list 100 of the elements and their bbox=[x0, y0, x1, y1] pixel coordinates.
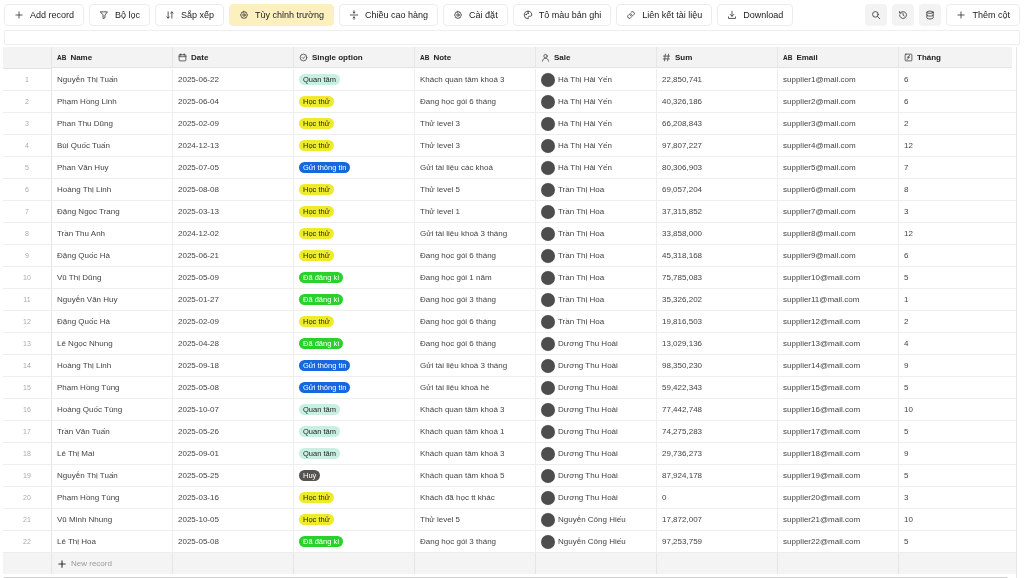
table-cell: 59,422,343 bbox=[662, 383, 703, 392]
toolbar-button[interactable]: Sắp xếp bbox=[155, 4, 225, 26]
table-cell: 6 bbox=[904, 251, 909, 260]
table-cell: 66,208,843 bbox=[662, 119, 703, 128]
table-cell: supplier7@mail.com bbox=[783, 207, 856, 216]
avatar bbox=[541, 248, 555, 263]
table-cell: supplier15@mail.com bbox=[783, 383, 861, 392]
table-cell: Dương Thu Hoài bbox=[558, 383, 618, 392]
avatar bbox=[541, 314, 555, 329]
table-cell: 37,315,852 bbox=[662, 207, 703, 216]
table-cell: 2025-02-09 bbox=[178, 317, 219, 326]
table-cell: Dương Thu Hoài bbox=[558, 361, 618, 370]
table-cell: Phan Thu Dũng bbox=[57, 119, 113, 128]
table-cell: supplier9@mail.com bbox=[783, 251, 856, 260]
table-cell: 3 bbox=[904, 207, 909, 216]
avatar bbox=[541, 468, 555, 483]
table-cell: supplier11@mail.com bbox=[783, 295, 860, 304]
avatar bbox=[541, 292, 555, 307]
toolbar-button[interactable]: Download bbox=[717, 4, 794, 26]
table-cell: Dương Thu Hoài bbox=[558, 427, 618, 436]
table-cell: 2025-05-08 bbox=[178, 383, 219, 392]
table-cell: 10 bbox=[904, 405, 913, 414]
table-cell: Gửi tài liệu khoá 3 tháng bbox=[420, 229, 508, 238]
table-cell: 2025-09-18 bbox=[178, 361, 219, 370]
table-cell: 5 bbox=[904, 273, 909, 282]
history-icon bbox=[898, 10, 909, 20]
table-cell: supplier8@mail.com bbox=[783, 229, 856, 238]
table-cell: Khách quan tâm khoá 5 bbox=[420, 471, 505, 480]
table-cell: Thử level 5 bbox=[420, 185, 461, 194]
header-corner bbox=[3, 47, 52, 69]
plus-icon bbox=[14, 10, 24, 20]
avatar bbox=[541, 424, 555, 439]
table-cell: Trần Thị Hoa bbox=[558, 251, 605, 260]
table-cell: supplier13@mail.com bbox=[783, 339, 861, 348]
table-cell: supplier1@mail.com bbox=[783, 75, 856, 84]
table-cell: 2024-12-13 bbox=[178, 141, 219, 150]
avatar bbox=[541, 226, 555, 241]
table-cell: 97,807,227 bbox=[662, 141, 703, 150]
table-cell: Dương Thu Hoài bbox=[558, 405, 618, 414]
toolbar-button[interactable]: Chiều cao hàng bbox=[339, 4, 439, 26]
toolbar-button[interactable]: Cài đặt bbox=[443, 4, 508, 26]
table-cell: Phạm Hồng Linh bbox=[57, 97, 117, 106]
search-button[interactable] bbox=[865, 4, 888, 26]
column-header[interactable]: Sum bbox=[657, 47, 778, 68]
toolbar-button[interactable]: Liên kết tài liệu bbox=[616, 4, 713, 26]
table-cell: Đang học gói 1 năm bbox=[420, 273, 492, 282]
column-header[interactable]: Date bbox=[173, 47, 294, 68]
table-cell: 2025-02-09 bbox=[178, 119, 219, 128]
avatar bbox=[541, 380, 555, 395]
table-cell: Khách quan tâm khoá 3 bbox=[420, 75, 505, 84]
table-cell: 9 bbox=[904, 449, 909, 458]
table-cell: 80,306,903 bbox=[662, 163, 703, 172]
table-cell: 2025-08-08 bbox=[178, 185, 219, 194]
table-cell: Đang học gói 6 tháng bbox=[420, 317, 497, 326]
table-cell: 2025-05-08 bbox=[178, 537, 219, 546]
table-cell: Trần Thu Anh bbox=[57, 229, 106, 238]
add-column-button[interactable]: Thêm cột bbox=[946, 4, 1020, 26]
table-cell: 9 bbox=[904, 361, 909, 370]
table-cell: 22,850,741 bbox=[662, 75, 703, 84]
palette-icon bbox=[522, 10, 533, 20]
table-cell: 6 bbox=[904, 75, 909, 84]
table-cell: Khách đã học tt khác bbox=[420, 493, 495, 502]
table-cell: 35,326,202 bbox=[662, 295, 703, 304]
table-cell: Trần Thị Hoa bbox=[558, 273, 605, 282]
avatar bbox=[541, 116, 555, 131]
table-cell: Nguyễn Công Hiếu bbox=[558, 515, 626, 524]
column-header[interactable]: Sale bbox=[536, 47, 657, 68]
table-cell: 69,057,204 bbox=[662, 185, 703, 194]
toolbar-button[interactable]: Add record bbox=[4, 4, 85, 26]
toolbar-button[interactable]: Bộ lọc bbox=[89, 4, 151, 26]
table-cell: Lê Thị Mai bbox=[57, 449, 95, 458]
table-cell: 2025-05-25 bbox=[178, 471, 219, 480]
table-cell: 77,442,748 bbox=[662, 405, 703, 414]
table-cell: Đặng Quốc Hà bbox=[57, 317, 110, 326]
table-cell: supplier20@mail.com bbox=[783, 493, 861, 502]
history-button[interactable] bbox=[892, 4, 915, 26]
table-cell: 2025-06-04 bbox=[178, 97, 219, 106]
table-cell: Đang học gói 6 tháng bbox=[420, 97, 497, 106]
table-cell: 2025-05-09 bbox=[178, 273, 219, 282]
table-cell: Phạm Hồng Tùng bbox=[57, 383, 120, 392]
table-cell: Đặng Ngọc Trang bbox=[57, 207, 120, 216]
table-cell: Gửi tài liệu các khoá bbox=[420, 163, 493, 172]
table-cell: supplier12@mail.com bbox=[783, 317, 861, 326]
table-cell: 5 bbox=[904, 471, 909, 480]
column-header[interactable]: Tháng bbox=[899, 47, 1012, 68]
database-button[interactable] bbox=[919, 4, 942, 26]
plus-icon bbox=[57, 558, 67, 569]
table-cell: Dương Thu Hoài bbox=[558, 339, 618, 348]
table-cell: Phạm Hồng Tùng bbox=[57, 493, 120, 502]
toolbar-button[interactable]: Tô màu bản ghi bbox=[512, 4, 612, 26]
avatar bbox=[541, 160, 555, 175]
table-cell: Hà Thị Hải Yến bbox=[558, 97, 612, 106]
table-cell: 2025-03-16 bbox=[178, 493, 219, 502]
table-cell: Khách quan tâm khoá 1 bbox=[420, 427, 505, 436]
table-cell: Trần Thị Hoa bbox=[558, 317, 605, 326]
toolbar-button[interactable]: Tùy chỉnh trường bbox=[229, 4, 335, 26]
table-cell: 45,318,168 bbox=[662, 251, 703, 260]
column-header[interactable]: Single option bbox=[294, 47, 415, 68]
table-cell: Lê Thị Hoa bbox=[57, 537, 96, 546]
table-cell: 5 bbox=[904, 383, 909, 392]
